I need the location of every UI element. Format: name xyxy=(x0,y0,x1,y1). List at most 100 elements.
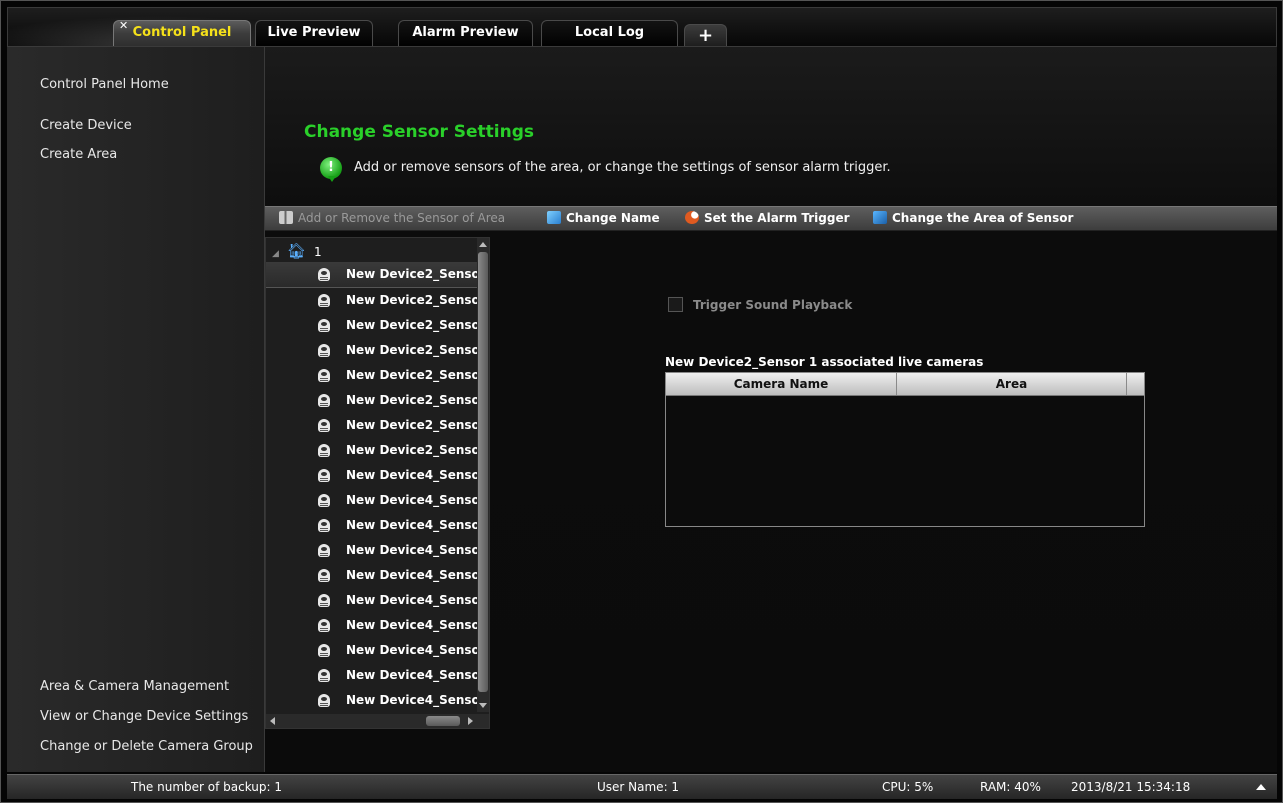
sidebar-item-area-camera-management[interactable]: Area & Camera Management xyxy=(40,679,229,694)
tree-item-sensor[interactable]: New Device4_Sensor xyxy=(266,688,478,713)
dome-camera-icon xyxy=(318,544,330,557)
tree-item-label: New Device2_Sensor xyxy=(346,393,478,407)
sensor-area-icon xyxy=(279,211,293,224)
dome-camera-icon xyxy=(318,469,330,482)
dome-camera-icon xyxy=(318,369,330,382)
dome-camera-icon xyxy=(318,344,330,357)
scroll-up-icon[interactable] xyxy=(479,242,487,247)
add-tab-button[interactable]: + xyxy=(684,24,727,46)
dome-camera-icon xyxy=(318,494,330,507)
tree-item-sensor[interactable]: New Device4_Sensor xyxy=(266,513,478,538)
scroll-down-icon[interactable] xyxy=(479,703,487,708)
tree-root[interactable]: ◢ 🏠︎ 1 xyxy=(272,242,322,260)
tree-item-label: New Device2_Sensor xyxy=(346,293,478,307)
dome-camera-icon xyxy=(318,519,330,532)
tab-label: Control Panel xyxy=(132,25,232,40)
dome-camera-icon xyxy=(318,444,330,457)
tree-item-label: New Device4_Sensor xyxy=(346,518,478,532)
tree-item-label: New Device2_Sensor xyxy=(346,418,478,432)
tree-item-label: New Device4_Sensor xyxy=(346,543,478,557)
button-label: Change Name xyxy=(566,211,660,225)
scroll-thumb[interactable] xyxy=(426,716,460,726)
tab-local-log[interactable]: Local Log xyxy=(541,20,678,46)
dome-camera-icon xyxy=(318,619,330,632)
tree-item-sensor[interactable]: New Device2_Sensor xyxy=(266,413,478,438)
tab-alarm-preview[interactable]: Alarm Preview xyxy=(398,20,533,46)
alarm-trigger-icon xyxy=(685,211,699,224)
vertical-scrollbar[interactable] xyxy=(477,238,489,712)
tree-item-label: New Device4_Sensor xyxy=(346,493,478,507)
sidebar-item-home[interactable]: Control Panel Home xyxy=(40,77,169,92)
info-bubble-icon: ! xyxy=(320,157,342,182)
main-content: Change Sensor Settings ! Add or remove s… xyxy=(265,47,1277,772)
tree-item-sensor[interactable]: New Device4_Sensor xyxy=(266,563,478,588)
dome-camera-icon xyxy=(318,569,330,582)
tree-item-sensor[interactable]: New Device2_Sensor xyxy=(266,262,478,288)
tree-item-sensor[interactable]: New Device2_Sensor xyxy=(266,363,478,388)
ram-usage: RAM: 40% xyxy=(980,780,1041,794)
page-title: Change Sensor Settings xyxy=(304,122,534,142)
tab-live-preview[interactable]: Live Preview xyxy=(255,20,373,46)
tree-root-label: 1 xyxy=(313,245,322,259)
tree-item-sensor[interactable]: New Device4_Sensor xyxy=(266,638,478,663)
scroll-thumb[interactable] xyxy=(478,252,488,692)
home-icon: 🏠︎ xyxy=(286,242,306,260)
button-label: Change the Area of Sensor xyxy=(892,211,1074,225)
horizontal-scrollbar[interactable] xyxy=(266,714,489,728)
sidebar-item-camera-group[interactable]: Change or Delete Camera Group xyxy=(40,739,253,754)
change-area-button[interactable]: Change the Area of Sensor xyxy=(873,211,1073,227)
tree-item-sensor[interactable]: New Device2_Sensor xyxy=(266,313,478,338)
rename-icon xyxy=(547,211,561,224)
scroll-left-icon[interactable] xyxy=(270,717,275,725)
sidebar: Control Panel Home Create Device Create … xyxy=(7,47,265,772)
page-description: Add or remove sensors of the area, or ch… xyxy=(354,160,891,175)
toolbar: Add or Remove the Sensor of Area Change … xyxy=(265,206,1277,231)
set-alarm-trigger-button[interactable]: Set the Alarm Trigger xyxy=(685,211,850,227)
tab-label: Live Preview xyxy=(267,25,361,40)
trigger-sound-label: Trigger Sound Playback xyxy=(693,298,853,312)
add-remove-sensor-button[interactable]: Add or Remove the Sensor of Area xyxy=(279,211,505,227)
tree-item-sensor[interactable]: New Device4_Sensor xyxy=(266,488,478,513)
cpu-usage: CPU: 5% xyxy=(882,780,934,794)
tree-item-sensor[interactable]: New Device2_Sensor xyxy=(266,438,478,463)
scroll-right-icon[interactable] xyxy=(468,717,473,725)
tab-control-panel[interactable]: ✕ Control Panel xyxy=(113,19,251,46)
tree-item-sensor[interactable]: New Device4_Sensor xyxy=(266,613,478,638)
dome-camera-icon xyxy=(318,644,330,657)
button-label: Set the Alarm Trigger xyxy=(704,211,850,225)
tree-item-sensor[interactable]: New Device2_Sensor xyxy=(266,288,478,313)
dome-camera-icon xyxy=(318,394,330,407)
cameras-table[interactable]: Camera Name Area xyxy=(665,372,1145,527)
app-window: ✕ Control Panel Live Preview Alarm Previ… xyxy=(0,0,1283,803)
dome-camera-icon xyxy=(318,319,330,332)
sensor-tree[interactable]: ◢ 🏠︎ 1 New Device2_Sensor New Device2_Senso… xyxy=(265,237,490,729)
expand-up-icon[interactable] xyxy=(1256,784,1266,790)
tree-item-label: New Device4_Sensor xyxy=(346,643,478,657)
tree-item-label: New Device4_Sensor xyxy=(346,593,478,607)
dome-camera-icon xyxy=(318,419,330,432)
tree-item-label: New Device2_Sensor xyxy=(346,443,478,457)
user-name: User Name: 1 xyxy=(597,780,680,794)
column-header-camera-name[interactable]: Camera Name xyxy=(666,373,897,395)
tree-item-sensor[interactable]: New Device4_Sensor xyxy=(266,538,478,563)
cameras-caption: New Device2_Sensor 1 associated live cam… xyxy=(665,355,984,369)
tree-item-sensor[interactable]: New Device4_Sensor xyxy=(266,588,478,613)
dome-camera-icon xyxy=(318,268,330,281)
sidebar-item-create-area[interactable]: Create Area xyxy=(40,147,117,162)
column-header-area[interactable]: Area xyxy=(897,373,1127,395)
tree-item-sensor[interactable]: New Device4_Sensor xyxy=(266,663,478,688)
trigger-sound-option[interactable]: Trigger Sound Playback xyxy=(668,297,852,312)
dome-camera-icon xyxy=(318,694,330,707)
tree-item-sensor[interactable]: New Device2_Sensor xyxy=(266,338,478,363)
expand-arrow-icon[interactable]: ◢ xyxy=(272,249,279,259)
close-tab-icon[interactable]: ✕ xyxy=(119,19,128,33)
tree-item-sensor[interactable]: New Device4_Sensor xyxy=(266,463,478,488)
tree-item-sensor[interactable]: New Device2_Sensor xyxy=(266,388,478,413)
trigger-sound-checkbox[interactable] xyxy=(668,297,683,312)
sidebar-item-device-settings[interactable]: View or Change Device Settings xyxy=(40,709,248,724)
tree-item-label: New Device4_Sensor xyxy=(346,693,478,707)
sidebar-item-create-device[interactable]: Create Device xyxy=(40,118,132,133)
dome-camera-icon xyxy=(318,294,330,307)
change-name-button[interactable]: Change Name xyxy=(547,211,660,227)
tree-item-label: New Device4_Sensor xyxy=(346,568,478,582)
